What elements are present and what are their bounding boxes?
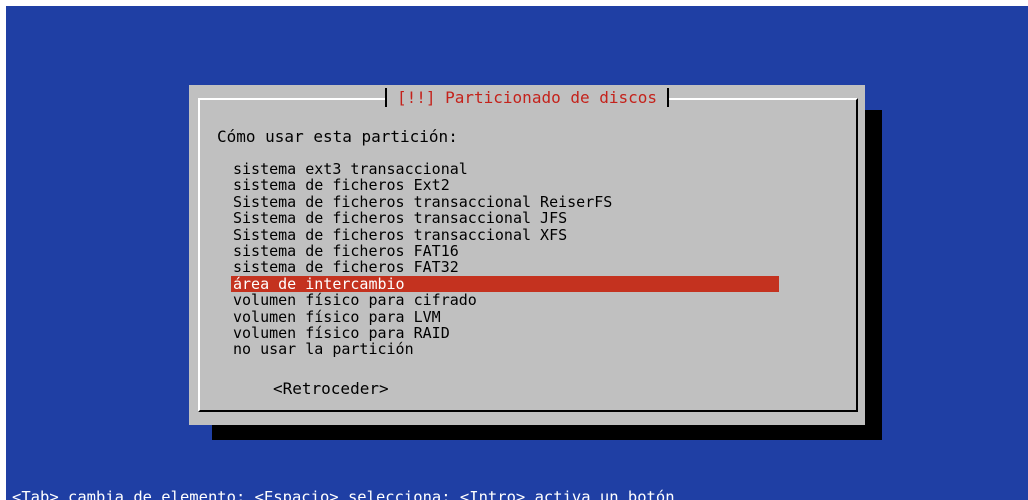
option-item[interactable]: sistema de ficheros Ext2 [231,177,779,194]
option-item[interactable]: sistema de ficheros FAT16 [231,243,779,260]
filesystem-options-list: sistema ext3 transaccional sistema de fic… [231,161,779,358]
option-item[interactable]: sistema de ficheros FAT32 [231,259,779,276]
option-item[interactable]: volumen físico para cifrado [231,292,779,309]
keyboard-help-line: <Tab> cambia de elemento; <Espacio> sele… [12,488,675,500]
option-item[interactable]: sistema ext3 transaccional [231,161,779,178]
back-button[interactable]: <Retroceder> [273,380,389,398]
installer-screen: [!!] Particionado de discos Cómo usar es… [6,6,1028,500]
partition-usage-dialog: [!!] Particionado de discos Cómo usar es… [189,85,865,425]
option-item[interactable]: volumen físico para LVM [231,308,779,325]
option-item[interactable]: Sistema de ficheros transaccional XFS [231,226,779,243]
option-item[interactable]: área de intercambio [231,275,779,292]
dialog-prompt: Cómo usar esta partición: [217,127,458,146]
option-item[interactable]: volumen físico para RAID [231,325,779,342]
option-item[interactable]: Sistema de ficheros transaccional JFS [231,210,779,227]
option-item[interactable]: no usar la partición [231,341,779,358]
option-item[interactable]: Sistema de ficheros transaccional Reiser… [231,193,779,210]
